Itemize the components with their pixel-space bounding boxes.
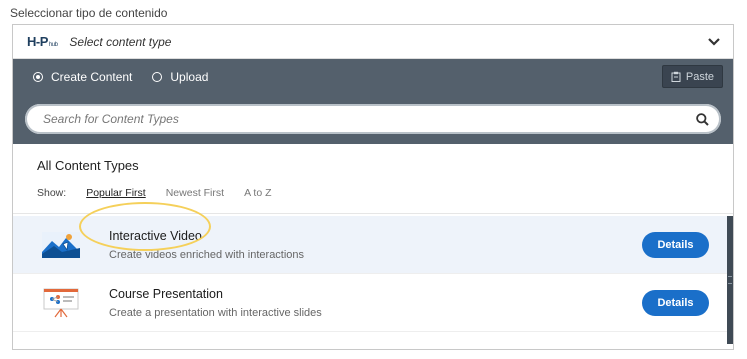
chevron-down-icon[interactable] [707, 35, 721, 49]
item-name: Course Presentation [109, 286, 223, 301]
details-button[interactable]: Details [642, 289, 709, 316]
content-type-list: Interactive Video Create videos enriched… [13, 216, 733, 349]
clipboard-icon [671, 71, 681, 82]
interactive-video-icon [41, 230, 81, 260]
types-title: All Content Types [37, 158, 139, 173]
item-description: Create a presentation with interactive s… [109, 306, 322, 319]
h5p-hub-logo: H-P hub [27, 34, 58, 49]
content-type-hub: H-P hub Select content type Create Conten… [12, 24, 734, 350]
show-label: Show: [37, 187, 67, 199]
search-bar-area [13, 94, 733, 144]
search-icon[interactable] [696, 112, 709, 126]
hub-header[interactable]: H-P hub Select content type [13, 25, 733, 59]
tab-label: Upload [170, 69, 209, 84]
list-item-interactive-video[interactable]: Interactive Video Create videos enriched… [13, 216, 733, 274]
sort-popular-first[interactable]: Popular First [86, 187, 146, 199]
search-input[interactable] [41, 111, 696, 127]
scrollbar[interactable] [727, 216, 733, 344]
radio-unselected-icon [152, 71, 163, 82]
tab-upload[interactable]: Upload [152, 70, 208, 84]
tab-label: Create Content [51, 69, 133, 84]
details-button[interactable]: Details [642, 231, 709, 258]
sort-options: Show: Popular First Newest First A to Z [37, 187, 733, 199]
tabs-bar: Create Content Upload Paste [13, 59, 733, 94]
item-description: Create videos enriched with interactions [109, 248, 305, 261]
sort-newest-first[interactable]: Newest First [166, 187, 224, 199]
hub-title: Select content type [69, 34, 172, 49]
paste-button[interactable]: Paste [661, 65, 723, 88]
radio-selected-icon [33, 71, 43, 82]
content-types-header: All Content Types Show: Popular First Ne… [13, 144, 733, 214]
paste-label: Paste [685, 70, 714, 83]
scrollbar-grip-icon[interactable] [728, 276, 732, 284]
course-presentation-icon [41, 288, 81, 318]
tab-create-content[interactable]: Create Content [33, 70, 132, 84]
search-box[interactable] [25, 104, 721, 134]
page-label: Seleccionar tipo de contenido [10, 6, 168, 20]
item-name: Interactive Video [109, 228, 202, 243]
list-item-course-presentation[interactable]: Course Presentation Create a presentatio… [13, 274, 733, 332]
sort-a-to-z[interactable]: A to Z [244, 187, 271, 199]
